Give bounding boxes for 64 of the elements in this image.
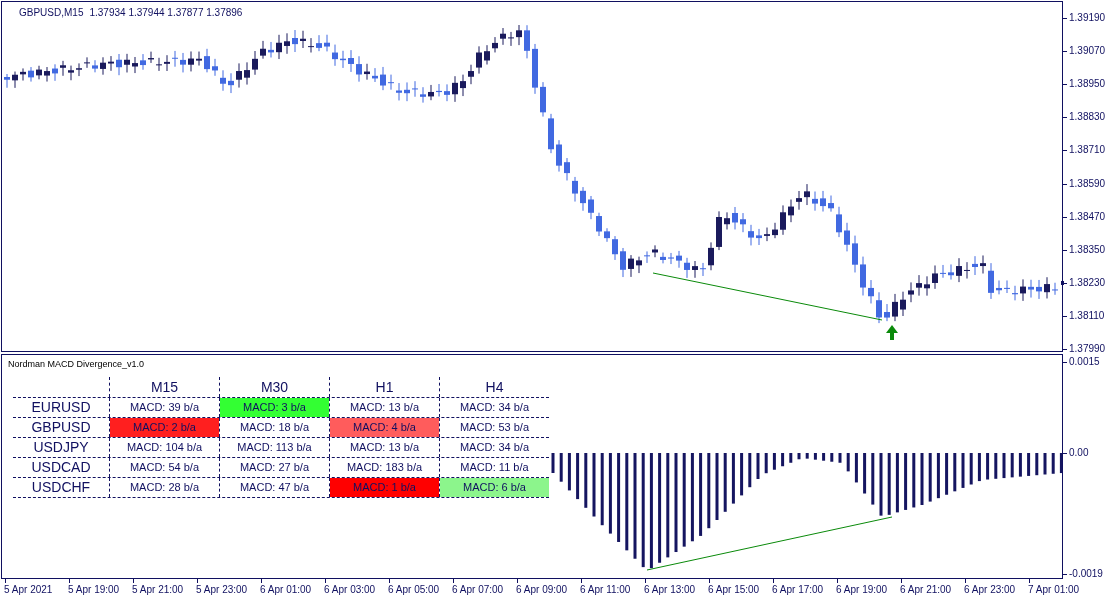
time-axis-label: 5 Apr 21:00 [132,584,184,596]
time-axis-label: 6 Apr 21:00 [900,584,952,596]
price-axis-label: 1.37990 [1069,343,1106,355]
time-axis-label: 7 Apr 01:00 [1028,584,1080,596]
column-header: M30 [219,377,329,397]
time-axis-label: 6 Apr 13:00 [644,584,696,596]
time-axis-label: 5 Apr 2021 [4,584,53,596]
time-axis-label: 6 Apr 23:00 [964,584,1016,596]
table-cell: MACD: 1 b/a [330,478,439,497]
time-axis-label: 6 Apr 17:00 [772,584,824,596]
price-axis-label: 1.39190 [1069,12,1106,24]
table-cell-text: MACD: 13 b/a [348,440,421,456]
symbol-label: GBPUSD,M15 [19,6,84,20]
price-axis-label: 1.38350 [1069,243,1106,256]
time-axis-label: 6 Apr 07:00 [452,584,504,596]
price-axis-label: 1.38950 [1069,78,1106,91]
table-cell-text: MACD: 34 b/a [458,440,531,456]
table-cell-text: MACD: 39 b/a [128,400,201,416]
table-cell-text: MACD: 18 b/a [238,420,311,436]
table-cell-text: MACD: 104 b/a [125,440,204,456]
table-cell: MACD: 6 b/a [440,478,549,497]
price-axis-label: 1.39070 [1069,45,1106,58]
indicator-name: Nordman MACD Divergence_v1.0 [8,358,145,371]
table-cell: MACD: 3 b/a [220,398,329,417]
table-cell: MACD: 2 b/a [110,418,219,437]
column-header: H1 [329,377,439,397]
table-cell-text: MACD: 13 b/a [348,400,421,416]
time-axis-label: 6 Apr 03:00 [324,584,376,596]
indicator-axis-label: 0.0015 [1069,356,1100,368]
price-axis-label: 1.38230 [1069,276,1106,289]
column-header: H4 [439,377,549,397]
table-cell-text: MACD: 183 b/a [345,460,424,476]
ohlc-quotes: 1.37934 1.37944 1.37877 1.37896 [89,6,243,20]
table-cell-text: MACD: 47 b/a [238,480,311,496]
table-cell-text: MACD: 28 b/a [128,480,201,496]
price-axis-label: 1.38710 [1069,144,1106,157]
price-axis-label: 1.38830 [1069,111,1106,124]
indicator-axis-label: -0.0019 [1069,568,1103,580]
time-axis-label: 5 Apr 19:00 [68,584,120,596]
time-axis-label: 6 Apr 05:00 [388,584,440,596]
price-axis-label: 1.38590 [1069,177,1106,190]
table-cell-text: MACD: 113 b/a [236,440,313,456]
time-axis-label: 6 Apr 09:00 [516,584,568,596]
price-axis-label: 1.38110 [1069,309,1105,322]
time-axis-label: 5 Apr 23:00 [196,584,248,596]
table-cell-text: MACD: 11 b/a [459,460,530,476]
table-cell-text: MACD: 54 b/a [128,460,201,476]
indicator-axis-label: 0.00 [1069,447,1089,459]
symbol-cell-text: EURUSD [30,398,92,417]
symbol-cell-text: USDCAD [30,458,92,477]
table-cell: MACD: 4 b/a [330,418,439,437]
price-axis-label: 1.38470 [1069,210,1106,223]
time-axis-label: 6 Apr 19:00 [836,584,888,596]
table-cell-text: MACD: 53 b/a [458,420,531,436]
time-axis-label: 6 Apr 11:00 [580,584,631,596]
symbol-cell-text: USDJPY [32,438,90,457]
table-cell-text: MACD: 34 b/a [458,400,531,416]
time-axis-label: 6 Apr 01:00 [260,584,312,596]
column-header: M15 [109,377,219,397]
symbol-cell-text: USDCHF [30,478,92,497]
time-axis-label: 6 Apr 15:00 [708,584,760,596]
up-arrow-icon [886,325,898,340]
table-cell-text: MACD: 27 b/a [238,460,311,476]
symbol-cell-text: GBPUSD [30,418,92,437]
